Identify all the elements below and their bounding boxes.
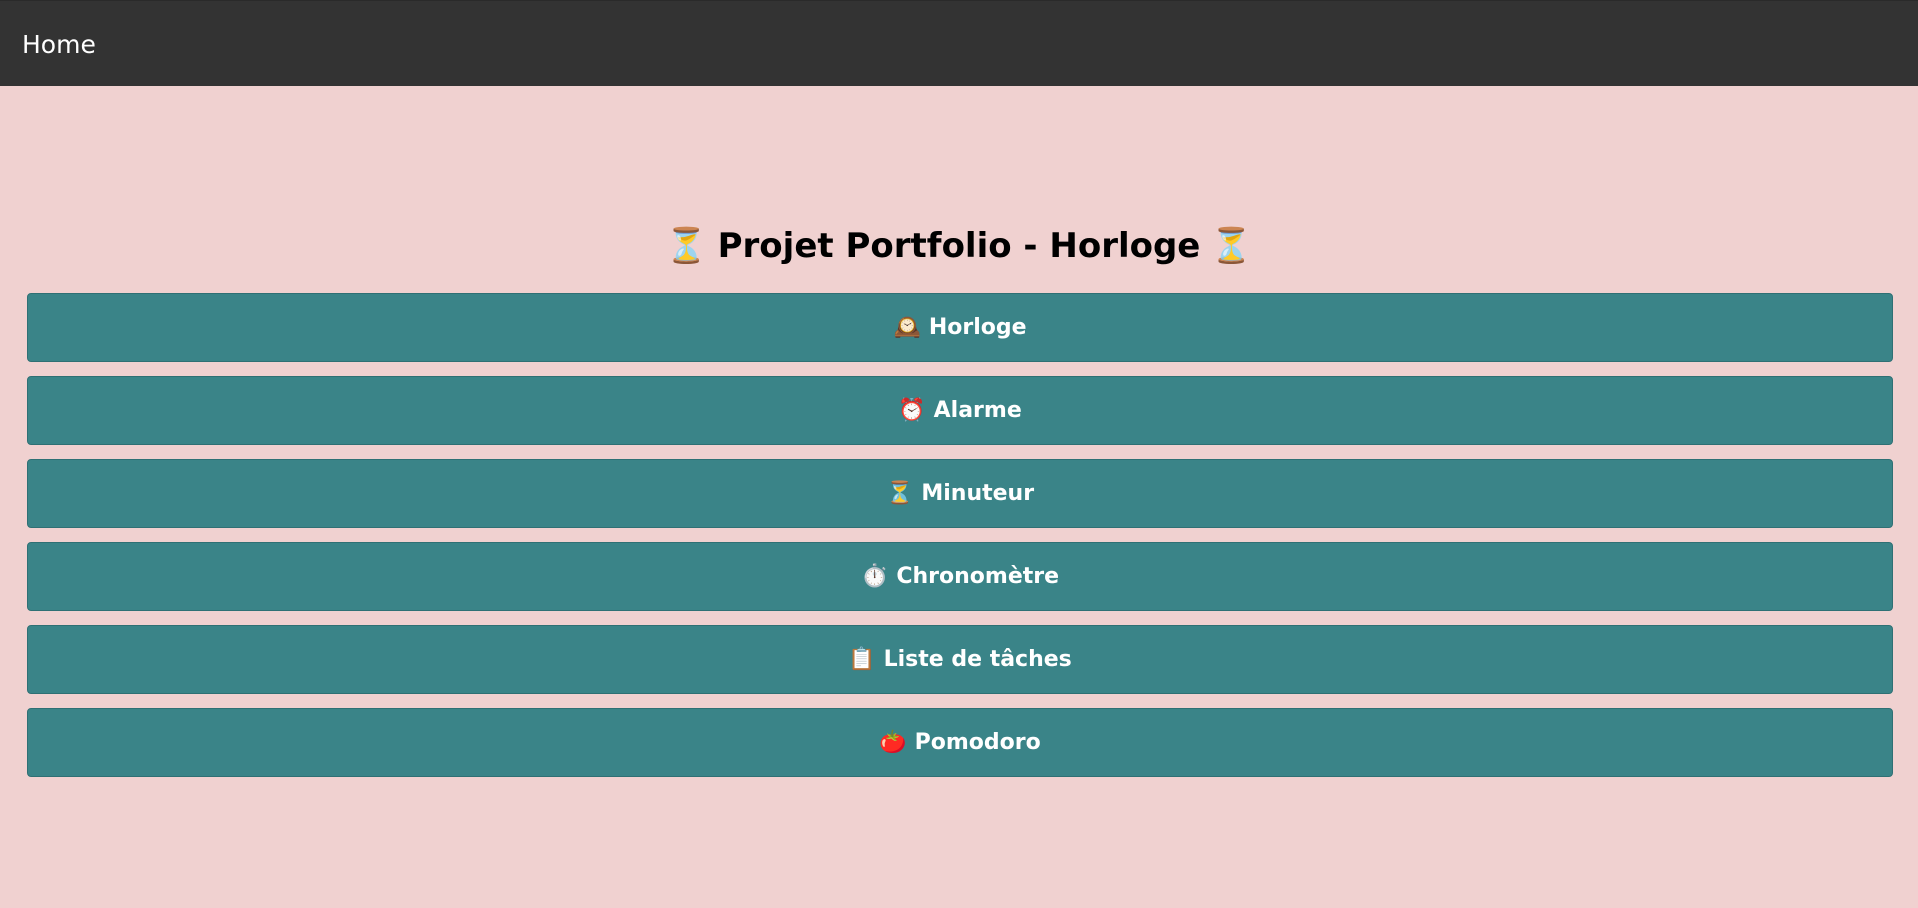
liste-de-taches-button-label: Liste de tâches bbox=[883, 647, 1072, 672]
minuteur-button-label: Minuteur bbox=[921, 481, 1035, 506]
hourglass-icon: ⏳ bbox=[665, 226, 708, 266]
alarme-button[interactable]: ⏰ Alarme bbox=[27, 376, 1893, 445]
clipboard-icon: 📋 bbox=[848, 647, 876, 672]
pomodoro-button[interactable]: 🍅 Pomodoro bbox=[27, 708, 1893, 777]
app-menu: 🕰️ Horloge ⏰ Alarme ⏳ Minuteur ⏱️ Chronomètr… bbox=[27, 293, 1893, 791]
horloge-button[interactable]: 🕰️ Horloge bbox=[27, 293, 1893, 362]
stopwatch-icon: ⏱️ bbox=[860, 564, 889, 589]
page-title-text: Projet Portfolio - Horloge bbox=[717, 226, 1201, 266]
chronometre-button[interactable]: ⏱️ Chronomètre bbox=[27, 542, 1893, 611]
top-navbar: Home bbox=[0, 0, 1918, 86]
hourglass-icon: ⏳ bbox=[1210, 226, 1253, 266]
mantelpiece-clock-icon: 🕰️ bbox=[893, 315, 921, 340]
pomodoro-button-label: Pomodoro bbox=[914, 730, 1041, 755]
minuteur-button[interactable]: ⏳ Minuteur bbox=[27, 459, 1893, 528]
tomato-icon: 🍅 bbox=[879, 730, 907, 755]
chronometre-button-label: Chronomètre bbox=[896, 564, 1060, 589]
page-title: ⏳ Projet Portfolio - Horloge ⏳ bbox=[0, 222, 1918, 270]
hourglass-icon: ⏳ bbox=[885, 481, 914, 506]
alarm-clock-icon: ⏰ bbox=[898, 398, 926, 423]
horloge-button-label: Horloge bbox=[928, 315, 1027, 340]
home-link[interactable]: Home bbox=[22, 29, 96, 61]
alarme-button-label: Alarme bbox=[933, 398, 1022, 423]
liste-de-taches-button[interactable]: 📋 Liste de tâches bbox=[27, 625, 1893, 694]
